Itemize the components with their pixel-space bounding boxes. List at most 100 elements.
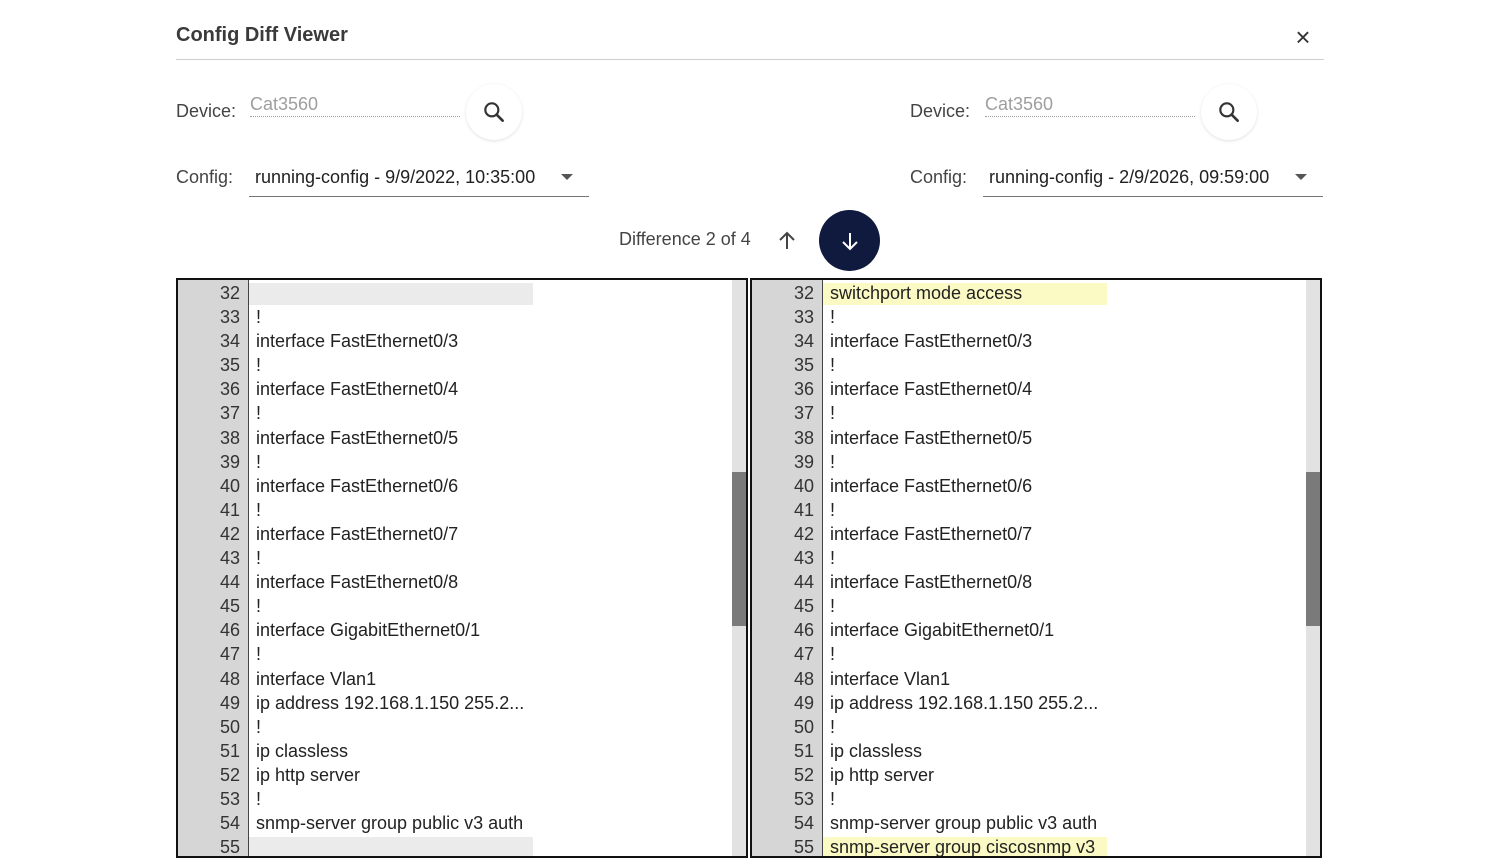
code-line: 35! (178, 353, 730, 377)
previous-difference-button[interactable] (758, 212, 816, 270)
code-text: ! (256, 596, 262, 617)
line-number: 37 (793, 403, 814, 424)
right-device-input[interactable] (985, 92, 1195, 117)
line-number: 38 (219, 427, 240, 448)
line-number: 49 (219, 692, 240, 713)
code-text: ! (256, 307, 262, 328)
chevron-down-icon (561, 174, 573, 180)
code-text: interface FastEthernet0/3 (256, 331, 459, 352)
code-line: 43! (752, 546, 1304, 570)
line-number: 55 (793, 837, 814, 858)
arrow-down-icon (841, 232, 858, 250)
line-number: 54 (219, 813, 240, 834)
line-number: 32 (219, 283, 240, 303)
code-line: 53! (178, 787, 730, 811)
right-config-value: running-config - 2/9/2026, 09:59:00 (989, 167, 1270, 187)
code-text: ! (256, 451, 262, 472)
code-line: 44 interface FastEthernet0/8 (752, 570, 1304, 594)
code-line: 40 interface FastEthernet0/6 (178, 474, 730, 498)
left-config-select[interactable]: running-config - 9/9/2022, 10:35:00 (249, 162, 589, 197)
right-config-select[interactable]: running-config - 2/9/2026, 09:59:00 (983, 162, 1323, 197)
line-number: 53 (219, 788, 240, 809)
code-line: 54 snmp-server group public v3 auth (752, 811, 1304, 835)
diff-highlighted-line: 55 (178, 835, 730, 856)
left-config-label: Config: (176, 167, 234, 187)
code-text: interface FastEthernet0/3 (830, 331, 1033, 352)
code-line: 35! (752, 353, 1304, 377)
code-text: ip http server (830, 764, 935, 785)
code-text: interface FastEthernet0/7 (256, 523, 459, 544)
next-difference-button[interactable] (819, 210, 880, 271)
code-text: ! (256, 548, 262, 569)
right-config-label: Config: (910, 167, 968, 187)
code-line: 54 snmp-server group public v3 auth (178, 811, 730, 835)
search-icon (484, 102, 504, 122)
diff-highlighted-line: 32 switchport mode access (752, 281, 1304, 306)
code-line: 50! (178, 715, 730, 739)
code-line: 37! (178, 401, 730, 425)
scrollbar-thumb[interactable] (1306, 472, 1320, 626)
line-number: 37 (219, 403, 240, 424)
code-line: 42 interface FastEthernet0/7 (752, 522, 1304, 546)
line-number: 45 (793, 596, 814, 617)
line-number: 43 (219, 548, 240, 569)
search-icon (1219, 102, 1239, 122)
line-number: 50 (793, 716, 814, 737)
close-icon[interactable]: × (1290, 22, 1316, 52)
line-number: 35 (793, 355, 814, 376)
line-number: 54 (793, 813, 814, 834)
code-text: ! (830, 499, 836, 520)
code-line: 41! (178, 498, 730, 522)
scrollbar-track[interactable] (1306, 280, 1320, 856)
code-line: 38 interface FastEthernet0/5 (178, 426, 730, 450)
code-line: 51 ip classless (752, 739, 1304, 763)
code-text: ip classless (256, 740, 349, 761)
code-text: ! (830, 788, 836, 809)
code-lines: 32 switchport mode access 33! 34 interface F… (752, 281, 1304, 858)
code-text: snmp-server group public v3 auth (256, 813, 524, 834)
code-line: 51 ip classless (178, 739, 730, 763)
code-text: interface FastEthernet0/8 (256, 572, 459, 593)
diff-highlight (249, 837, 533, 856)
code-line: 46 interface GigabitEthernet0/1 (752, 618, 1304, 642)
code-line: 39! (752, 450, 1304, 474)
code-line: 49 ip address 192.168.1.150 255.2... (752, 691, 1304, 715)
left-device-input[interactable] (250, 92, 460, 117)
code-line: 41! (752, 498, 1304, 522)
line-number: 48 (793, 668, 814, 689)
line-number: 34 (793, 331, 814, 352)
code-line: 46 interface GigabitEthernet0/1 (178, 618, 730, 642)
code-text: ! (256, 403, 262, 424)
line-number: 52 (793, 764, 814, 785)
line-number: 50 (219, 716, 240, 737)
scrollbar-track[interactable] (732, 280, 746, 856)
line-number: 49 (793, 692, 814, 713)
code-text: ! (830, 644, 836, 665)
code-text: snmp-server group public v3 auth (830, 813, 1098, 834)
code-line: 48 interface Vlan1 (752, 667, 1304, 691)
line-number: 39 (219, 451, 240, 472)
code-text: ! (256, 644, 262, 665)
line-number: 33 (793, 307, 814, 328)
code-line: 34 interface FastEthernet0/3 (178, 329, 730, 353)
left-device-search-button[interactable] (466, 84, 522, 140)
scrollbar-thumb[interactable] (732, 472, 746, 626)
right-diff-pane[interactable]: 32 switchport mode access 33! 34 interface F… (750, 278, 1322, 858)
code-text: interface FastEthernet0/8 (830, 572, 1033, 593)
code-line: 53! (752, 787, 1304, 811)
left-diff-pane[interactable]: 32 33! 34 interface FastEthernet0/3 35! 36 int… (176, 278, 748, 858)
dialog-title: Config Diff Viewer (176, 24, 348, 46)
line-number: 40 (793, 475, 814, 496)
code-line: 45! (178, 594, 730, 618)
right-device-search-button[interactable] (1201, 84, 1257, 140)
left-device-label: Device: (176, 101, 237, 121)
code-text: ip address 192.168.1.150 255.2... (830, 692, 1099, 713)
line-number: 51 (219, 740, 240, 761)
line-number: 36 (793, 379, 814, 400)
title-divider (176, 59, 1324, 60)
code-line: 40 interface FastEthernet0/6 (752, 474, 1304, 498)
code-text: interface Vlan1 (256, 668, 377, 689)
code-text: interface FastEthernet0/7 (830, 523, 1033, 544)
line-number: 47 (219, 644, 240, 665)
difference-counter: Difference 2 of 4 (619, 229, 751, 249)
